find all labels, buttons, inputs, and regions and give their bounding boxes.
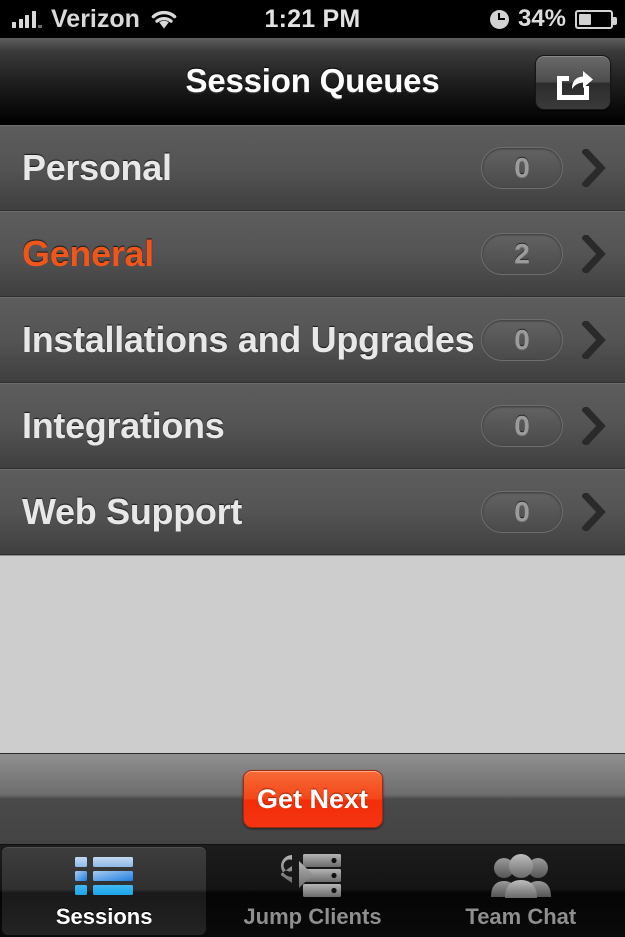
queue-count-badge: 0 <box>481 490 563 533</box>
phone-screen: Verizon 1:21 PM 34% Session Queues Perso <box>0 0 625 937</box>
queue-row-label: Personal <box>22 146 172 188</box>
tab-label: Sessions <box>55 904 153 929</box>
chevron-right-icon <box>577 234 611 273</box>
queue-count-value: 0 <box>514 151 530 183</box>
empty-list-area <box>0 556 625 753</box>
queue-count-value: 0 <box>514 495 530 527</box>
tab-label: Jump Clients <box>243 904 382 929</box>
queue-count-value: 2 <box>514 237 530 269</box>
queue-count-value: 0 <box>514 323 530 355</box>
queue-count-value: 0 <box>514 409 530 441</box>
tab-label: Team Chat <box>465 904 577 929</box>
battery-icon <box>575 9 617 29</box>
nav-bar: Session Queues <box>0 38 625 125</box>
tab-team-chat[interactable]: Team Chat <box>419 847 623 935</box>
queue-row-integrations[interactable]: Integrations 0 <box>0 383 625 469</box>
queue-row-web-support[interactable]: Web Support 0 <box>0 469 625 555</box>
queue-count-badge: 0 <box>481 318 563 361</box>
tab-jump-clients[interactable]: Jump Clients <box>210 847 414 935</box>
queue-count-badge: 2 <box>481 232 563 275</box>
queue-row-label: Integrations <box>22 404 225 446</box>
queue-row-general[interactable]: General 2 <box>0 211 625 297</box>
tab-bar: Sessions Jump Clients Team Chat <box>0 845 625 937</box>
alarm-clock-icon <box>489 9 509 29</box>
battery-percent-label: 34% <box>517 5 566 32</box>
queue-row-label: Installations and Upgrades <box>22 318 473 360</box>
queue-row-label: General <box>22 232 154 274</box>
queue-row-label: Web Support <box>22 490 243 532</box>
queue-count-badge: 0 <box>481 404 563 447</box>
chevron-right-icon <box>577 492 611 531</box>
get-next-button[interactable]: Get Next <box>242 770 383 828</box>
status-bar: Verizon 1:21 PM 34% <box>0 0 625 38</box>
share-button[interactable] <box>535 55 611 110</box>
sessions-list-icon <box>75 852 134 900</box>
share-export-icon <box>557 70 593 100</box>
server-jump-icon <box>281 852 343 900</box>
status-bar-right: 34% <box>489 5 617 33</box>
chevron-right-icon <box>577 320 611 359</box>
queue-row-installations-and-upgrades[interactable]: Installations and Upgrades 0 <box>0 297 625 383</box>
tab-sessions[interactable]: Sessions <box>2 847 207 935</box>
chevron-right-icon <box>577 406 611 445</box>
session-queue-list: Personal 0 General 2 Installations and U… <box>0 125 625 556</box>
queue-count-badge: 0 <box>481 146 563 189</box>
bottom-toolbar: Get Next <box>0 753 625 845</box>
page-title: Session Queues <box>185 62 440 99</box>
queue-row-personal[interactable]: Personal 0 <box>0 125 625 211</box>
get-next-label: Get Next <box>256 783 369 814</box>
chevron-right-icon <box>577 148 611 187</box>
people-group-icon <box>490 852 552 900</box>
